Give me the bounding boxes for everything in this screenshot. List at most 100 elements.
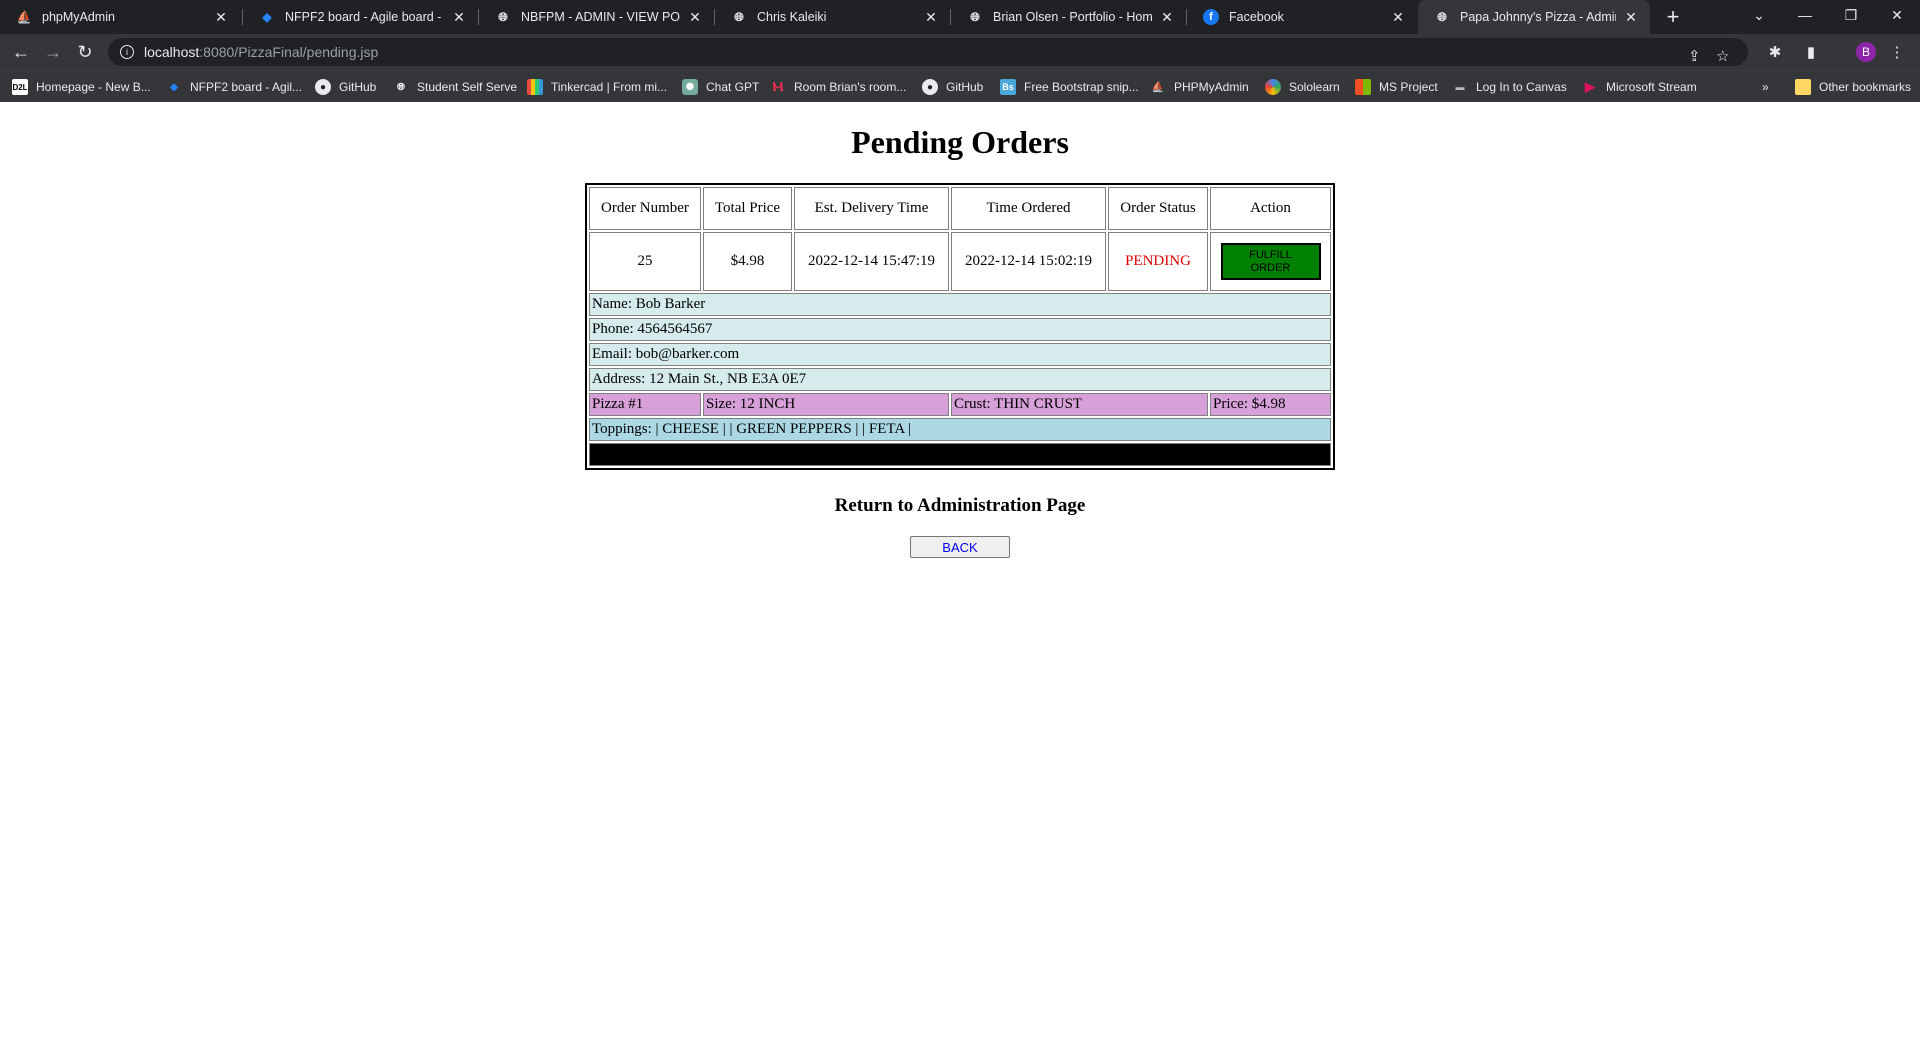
close-icon[interactable]: ✕ (1389, 9, 1407, 26)
back-button[interactable]: BACK (910, 536, 1010, 558)
forward-arrow-icon[interactable]: → (40, 40, 66, 64)
tab-title: NBFPM - ADMIN - VIEW POSTS (521, 10, 680, 24)
order-est-delivery: 2022-12-14 15:47:19 (794, 232, 949, 291)
order-number: 25 (589, 232, 701, 291)
bookmark-item[interactable]: ● GitHub (922, 71, 983, 103)
orders-table: Order Number Total Price Est. Delivery T… (585, 183, 1335, 470)
tab-brian-olsen[interactable]: 🌐︎ Brian Olsen - Portfolio - Home ✕ (951, 0, 1186, 34)
close-icon[interactable]: ✕ (1622, 9, 1640, 26)
order-separator (589, 443, 1331, 466)
header-total-price: Total Price (703, 187, 792, 230)
stream-icon: ▶ (1585, 79, 1595, 94)
close-icon[interactable]: ✕ (1158, 9, 1176, 26)
tab-title: NFPF2 board - Agile board - Jira (285, 10, 444, 24)
other-bookmarks[interactable]: Other bookmarks (1795, 71, 1911, 103)
bookmark-item[interactable]: Ⲙ Room Brian's room... (770, 71, 907, 103)
tab-chris-kaleiki[interactable]: 🌐︎ Chris Kaleiki ✕ (715, 0, 950, 34)
canvas-icon: ▬ (1455, 82, 1465, 92)
return-heading: Return to Administration Page (834, 495, 1086, 516)
header-order-number: Order Number (589, 187, 701, 230)
close-icon[interactable]: ✕ (686, 9, 704, 26)
close-icon[interactable]: ✕ (450, 9, 468, 26)
bookmark-item[interactable]: Sololearn (1265, 71, 1340, 103)
menu-kebab-icon[interactable]: ⋮ (1886, 41, 1908, 63)
extension-puzzle-icon[interactable]: ✱ (1764, 41, 1786, 63)
phpmyadmin-icon: ⛵ (16, 10, 32, 24)
globe-icon: 🌐︎ (970, 9, 980, 24)
minimize-button[interactable]: — (1783, 0, 1827, 30)
github-icon: ● (315, 79, 331, 95)
browser-chrome: ⛵ phpMyAdmin ✕ ◆ NFPF2 board - Agile boa… (0, 0, 1920, 102)
bookmark-label: PHPMyAdmin (1174, 80, 1249, 94)
bookmark-item[interactable]: ✺ Chat GPT (682, 71, 759, 103)
pizza-price: Price: $4.98 (1210, 393, 1331, 416)
pizza-size: Size: 12 INCH (703, 393, 949, 416)
bookmarks-overflow-icon[interactable]: » (1762, 71, 1769, 103)
tab-title: Facebook (1229, 10, 1284, 24)
header-order-status: Order Status (1108, 187, 1208, 230)
bookmark-label: Other bookmarks (1819, 80, 1912, 94)
tab-facebook[interactable]: f Facebook ✕ (1187, 0, 1417, 34)
reload-icon[interactable]: ↻ (72, 40, 98, 64)
bookmark-item[interactable]: Bs Free Bootstrap snip... (1000, 71, 1139, 103)
avatar[interactable]: B (1856, 42, 1876, 62)
bookmark-item[interactable]: ● GitHub (315, 71, 376, 103)
page-content: Pending Orders Order Number Total Price … (0, 102, 1920, 1040)
bookmark-item[interactable]: ⛵ PHPMyAdmin (1150, 71, 1249, 103)
d2l-icon: D2L (12, 79, 28, 95)
bookmark-label: Sololearn (1289, 80, 1340, 94)
bootstrap-icon: Bs (1000, 79, 1016, 95)
new-tab-button[interactable]: + (1659, 0, 1687, 34)
bookmark-label: Microsoft Stream (1606, 80, 1697, 94)
close-icon[interactable]: ✕ (212, 9, 230, 26)
share-icon[interactable]: ⇪ (1688, 47, 1701, 65)
phpmyadmin-icon: ⛵ (1151, 81, 1165, 93)
bookmark-label: Tinkercad | From mi... (551, 80, 668, 94)
url-path: :8080/PizzaFinal/pending.jsp (199, 44, 379, 60)
header-time-ordered: Time Ordered (951, 187, 1106, 230)
tab-title: phpMyAdmin (42, 10, 115, 24)
bookmark-label: Room Brian's room... (794, 80, 907, 94)
close-icon[interactable]: ✕ (922, 9, 940, 26)
globe-icon: 🌐︎ (498, 9, 508, 24)
bookmark-item[interactable]: ◆ NFPF2 board - Agil... (166, 71, 302, 103)
tab-phpmyadmin[interactable]: ⛵ phpMyAdmin ✕ (0, 0, 240, 34)
customer-name: Name: Bob Barker (589, 293, 1331, 316)
facebook-icon: f (1203, 9, 1219, 25)
side-panel-icon[interactable]: ▮ (1800, 41, 1822, 63)
bookmark-item[interactable]: D2L Homepage - New B... (12, 71, 151, 103)
tab-search-icon[interactable]: ⌄ (1737, 0, 1781, 30)
pizza-crust: Crust: THIN CRUST (951, 393, 1208, 416)
ms-icon (1355, 79, 1371, 95)
close-window-button[interactable]: ✕ (1875, 0, 1919, 30)
bookmark-item[interactable]: ▶ Microsoft Stream (1582, 71, 1697, 103)
bookmark-label: NFPF2 board - Agil... (190, 80, 303, 94)
bookmark-label: Student Self Serve (417, 80, 518, 94)
star-icon[interactable]: ☆ (1716, 47, 1729, 65)
bookmark-label: Homepage - New B... (36, 80, 151, 94)
tab-papa-johnnys[interactable]: 🌐︎ Papa Johnny's Pizza - Administr ✕ (1418, 0, 1650, 34)
tab-jira[interactable]: ◆ NFPF2 board - Agile board - Jira ✕ (243, 0, 478, 34)
chatgpt-icon: ✺ (682, 79, 698, 95)
bookmark-item[interactable]: 🌐︎ Student Self Serve (393, 71, 517, 103)
order-total: $4.98 (703, 232, 792, 291)
bookmark-item[interactable]: ▬ Log In to Canvas (1452, 71, 1567, 103)
bookmarks-bar: D2L Homepage - New B... ◆ NFPF2 board - Ag… (0, 70, 1920, 102)
miro-icon: Ⲙ (772, 79, 784, 94)
pizza-toppings: Toppings: | CHEESE | | GREEN PEPPERS | |… (589, 418, 1331, 441)
browser-toolbar: ← → ↻ i localhost:8080/PizzaFinal/pendin… (0, 34, 1920, 70)
back-arrow-icon[interactable]: ← (8, 40, 34, 64)
bookmark-item[interactable]: MS Project (1355, 71, 1438, 103)
fulfill-order-button[interactable]: FULFILL ORDER (1220, 243, 1321, 280)
address-bar[interactable]: i localhost:8080/PizzaFinal/pending.jsp … (108, 38, 1748, 66)
restore-button[interactable]: ❐ (1829, 0, 1873, 30)
globe-icon: 🌐︎ (397, 81, 405, 93)
info-icon[interactable]: i (120, 45, 134, 59)
bookmark-item[interactable]: Tinkercad | From mi... (527, 71, 667, 103)
bookmark-label: Free Bootstrap snip... (1024, 80, 1139, 94)
globe-icon: 🌐︎ (1437, 9, 1447, 24)
tab-title: Papa Johnny's Pizza - Administr (1460, 10, 1616, 24)
tab-nbfpm[interactable]: 🌐︎ NBFPM - ADMIN - VIEW POSTS ✕ (479, 0, 714, 34)
folder-icon (1795, 79, 1811, 95)
sololearn-icon (1265, 79, 1281, 95)
